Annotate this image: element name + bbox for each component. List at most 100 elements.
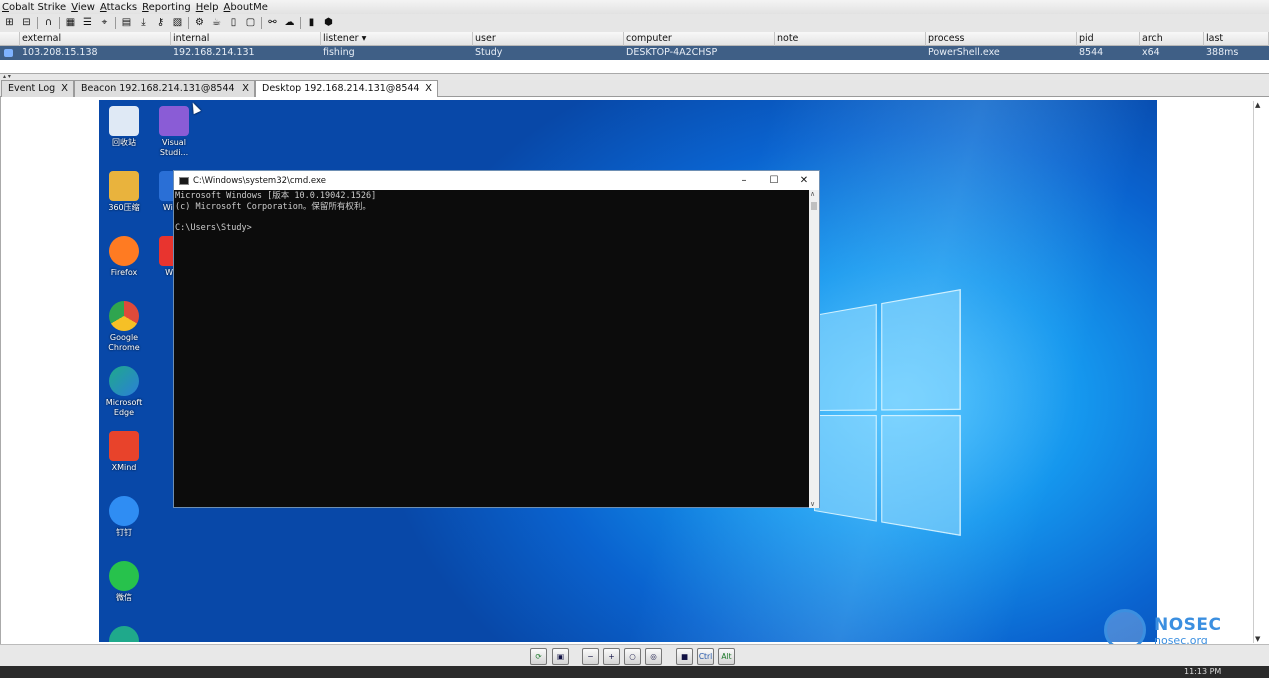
tab-close-icon[interactable]: X xyxy=(61,81,68,96)
desktop-toolbar: ⟳ ▣ − + ○ ◎ ■ Ctrl Alt xyxy=(0,644,1269,666)
360-zip-icon xyxy=(109,171,139,201)
column-header-user[interactable]: user xyxy=(473,32,624,46)
cell-internal: 192.168.214.131 xyxy=(173,47,255,58)
desktop-icon-360zip[interactable]: 360压缩 xyxy=(99,171,149,213)
table-header: external internal listener ▾ user comput… xyxy=(0,32,1269,46)
cube-icon[interactable]: ⬢ xyxy=(323,17,335,29)
viewer-scrollbar[interactable]: ▲ ▼ xyxy=(1253,101,1263,643)
desktop-icon-recycle-bin[interactable]: 回收站 xyxy=(99,106,149,148)
zoom-fit-button[interactable]: ◎ xyxy=(645,648,662,665)
scroll-up-icon[interactable]: ▲ xyxy=(1255,101,1260,109)
menu-reporting[interactable]: Reporting xyxy=(140,2,194,13)
ctrl-button[interactable]: Ctrl xyxy=(697,648,714,665)
console-icon[interactable]: ▢ xyxy=(245,17,257,29)
menu-attacks[interactable]: Attacks xyxy=(98,2,140,13)
desktop-icon-dingtalk[interactable]: 钉钉 xyxy=(99,496,149,538)
document-icon[interactable]: ▯ xyxy=(228,17,240,29)
alt-button[interactable]: Alt xyxy=(718,648,735,665)
menubar: Cobalt Strike View Attacks Reporting Hel… xyxy=(0,0,1269,14)
key-icon[interactable]: ⚷ xyxy=(155,17,167,29)
column-header-external[interactable]: external xyxy=(20,32,171,46)
column-header-listener[interactable]: listener ▾ xyxy=(321,32,473,46)
toolbar-separator xyxy=(59,17,60,29)
desktop-icon-xmind[interactable]: XMind xyxy=(99,431,149,473)
zoom-out-button[interactable]: − xyxy=(582,648,599,665)
column-header-process[interactable]: process xyxy=(926,32,1077,46)
cell-process: PowerShell.exe xyxy=(928,47,1000,58)
refresh-button[interactable]: ⟳ xyxy=(530,648,547,665)
download-icon[interactable]: ⤓ xyxy=(138,17,150,29)
credentials-icon[interactable]: ▤ xyxy=(121,17,133,29)
coffee-icon[interactable]: ☕ xyxy=(211,17,223,29)
scroll-up-icon[interactable]: ∧ xyxy=(810,190,815,198)
tab-event-log[interactable]: Event Log X xyxy=(1,80,74,97)
menu-cobalt-strike[interactable]: Cobalt Strike xyxy=(0,2,69,13)
settings-icon[interactable]: ⚙ xyxy=(194,17,206,29)
tab-desktop[interactable]: Desktop 192.168.214.131@8544 X xyxy=(255,80,438,98)
screenshot-button[interactable]: ■ xyxy=(676,648,693,665)
column-header-icon[interactable] xyxy=(0,32,20,46)
cell-note xyxy=(775,46,926,60)
pivot-graph-icon[interactable]: ▦ xyxy=(65,17,77,29)
dingtalk-icon xyxy=(109,496,139,526)
cell-external: 103.208.15.138 xyxy=(22,47,98,58)
column-header-computer[interactable]: computer xyxy=(624,32,775,46)
maximize-button[interactable]: ☐ xyxy=(759,171,789,190)
menu-view[interactable]: View xyxy=(69,2,98,13)
console-line: Microsoft Windows [版本 10.0.19042.1526] xyxy=(175,191,377,201)
cobalt-strike-window: Cobalt Strike View Attacks Reporting Hel… xyxy=(0,0,1269,678)
console-prompt: C:\Users\Study> xyxy=(175,222,252,233)
desktop-icon-wechat[interactable]: 微信 xyxy=(99,561,149,603)
cmd-scrollbar[interactable]: ∧ ∨ xyxy=(809,190,819,508)
close-button[interactable]: ✕ xyxy=(789,171,819,190)
desktop-icon-visual-studio[interactable]: Visual Studi... xyxy=(149,106,199,158)
zoom-in-button[interactable]: + xyxy=(603,648,620,665)
column-header-internal[interactable]: internal xyxy=(171,32,321,46)
scroll-thumb[interactable] xyxy=(811,202,817,210)
tab-label: Beacon 192.168.214.131@8544 xyxy=(81,83,235,94)
column-header-note[interactable]: note xyxy=(775,32,926,46)
connect-icon[interactable]: ⊞ xyxy=(4,17,16,29)
tab-bar: Event Log X Beacon 192.168.214.131@8544 … xyxy=(0,80,1269,98)
menu-aboutme[interactable]: AboutMe xyxy=(222,2,271,13)
link-icon[interactable]: ⚯ xyxy=(267,17,279,29)
desktop-icon-label: Google Chrome xyxy=(108,333,140,352)
target-icon[interactable]: ⌖ xyxy=(99,17,111,29)
cell-computer: DESKTOP-4A2CHSP xyxy=(626,47,718,58)
console-line: ​ xyxy=(175,212,809,223)
desktop-icon-edge[interactable]: Microsoft Edge xyxy=(99,366,149,418)
minimize-button[interactable]: – xyxy=(729,171,759,190)
toolbar-separator xyxy=(37,17,38,29)
agent-button[interactable]: ▣ xyxy=(552,648,569,665)
desktop-icon-label: 微信 xyxy=(116,593,132,602)
scroll-down-icon[interactable]: ▼ xyxy=(1255,635,1260,643)
column-header-last[interactable]: last xyxy=(1204,32,1269,46)
cell-arch: x64 xyxy=(1142,47,1160,58)
tab-label: Desktop 192.168.214.131@8544 xyxy=(262,83,420,94)
tab-beacon[interactable]: Beacon 192.168.214.131@8544 X xyxy=(74,80,255,97)
zoom-reset-button[interactable]: ○ xyxy=(624,648,641,665)
menu-help[interactable]: Help xyxy=(194,2,222,13)
desktop-icon-firefox[interactable]: Firefox xyxy=(99,236,149,278)
screenshot-icon[interactable]: ▧ xyxy=(172,17,184,29)
desktop-icon-label: Microsoft Edge xyxy=(105,398,143,417)
cmd-title: C:\Windows\system32\cmd.exe xyxy=(193,175,327,186)
cmd-console-output[interactable]: Microsoft Windows [版本 10.0.19042.1526] (c… xyxy=(174,190,810,508)
cell-listener: fishing xyxy=(323,47,355,58)
table-row[interactable]: 103.208.15.138 192.168.214.131 fishing S… xyxy=(0,46,1269,60)
disconnect-icon[interactable]: ⊟ xyxy=(21,17,33,29)
cmd-titlebar[interactable]: C:\Windows\system32\cmd.exe – ☐ ✕ xyxy=(174,171,819,190)
toolbar-separator xyxy=(300,17,301,29)
book-icon[interactable]: ▮ xyxy=(306,17,318,29)
session-list-icon[interactable]: ☰ xyxy=(82,17,94,29)
column-header-pid[interactable]: pid xyxy=(1077,32,1140,46)
scroll-down-icon[interactable]: ∨ xyxy=(810,500,815,508)
desktop-icon-partial[interactable] xyxy=(99,626,149,642)
column-header-arch[interactable]: arch xyxy=(1140,32,1204,46)
desktop-icon-chrome[interactable]: Google Chrome xyxy=(99,301,149,353)
cloud-icon[interactable]: ☁ xyxy=(284,17,296,29)
headphones-icon[interactable]: ∩ xyxy=(43,17,55,29)
tab-close-icon[interactable]: X xyxy=(425,81,432,96)
cmd-window[interactable]: C:\Windows\system32\cmd.exe – ☐ ✕ Micros… xyxy=(173,170,820,508)
tab-close-icon[interactable]: X xyxy=(242,81,249,96)
